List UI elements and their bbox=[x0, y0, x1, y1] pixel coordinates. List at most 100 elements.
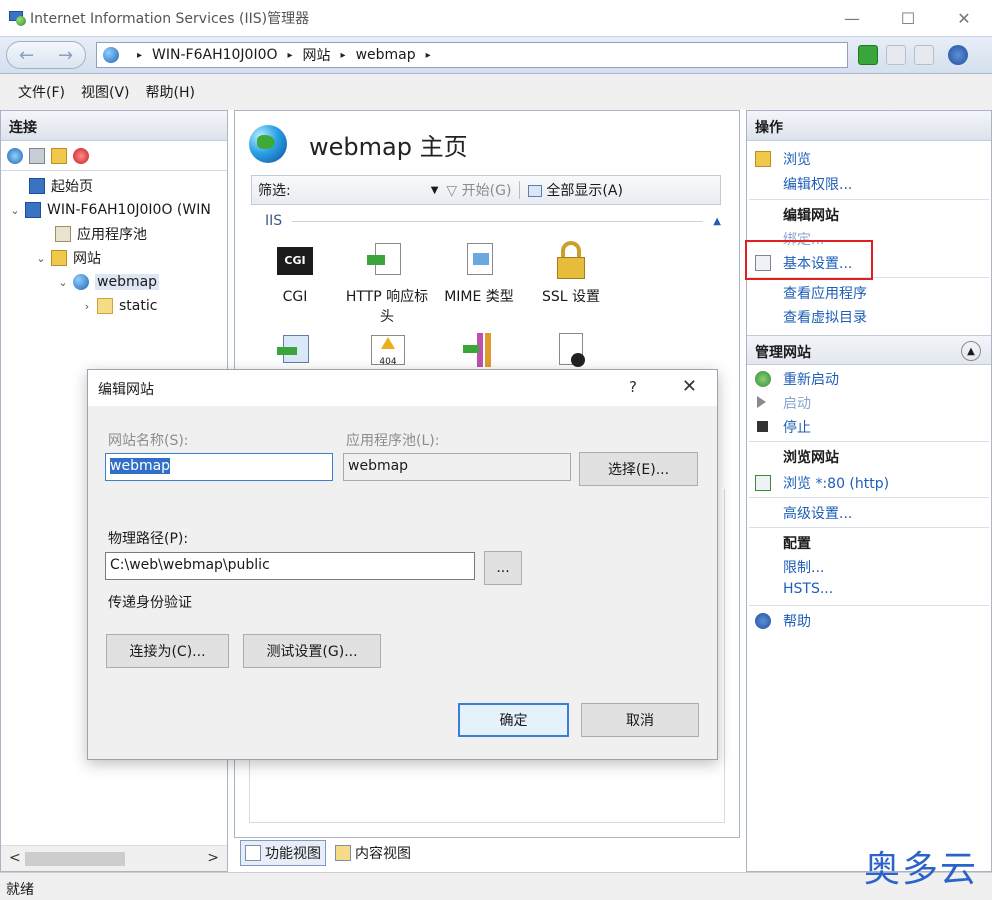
edit-site-heading: 编辑网站 bbox=[783, 208, 839, 224]
action-advanced-settings[interactable]: 高级设置... bbox=[783, 503, 852, 523]
view-tabs: 功能视图 内容视图 bbox=[240, 840, 416, 866]
page-title: webmap 主页 bbox=[309, 132, 468, 161]
connect-as-button[interactable]: 连接为(C)... bbox=[106, 634, 229, 668]
expand-chevron-icon[interactable]: ⌄ bbox=[35, 252, 47, 265]
cancel-button[interactable]: 取消 bbox=[581, 703, 699, 737]
site-name-label: 网站名称(S): bbox=[108, 433, 189, 449]
action-view-virtual-directories[interactable]: 查看虚拟目录 bbox=[783, 307, 867, 327]
show-all-button[interactable]: 全部显示(A) bbox=[528, 180, 623, 200]
error-page-icon: 404 bbox=[367, 331, 407, 371]
http-headers-icon bbox=[367, 241, 407, 281]
connections-toolbar bbox=[1, 141, 227, 171]
start-filter-button[interactable]: ▽ 开始(G) bbox=[446, 180, 511, 200]
config-heading: 配置 bbox=[783, 536, 811, 552]
filter-dropdown-icon[interactable]: ▼ bbox=[431, 185, 439, 196]
close-button[interactable]: ✕ bbox=[936, 0, 992, 36]
tree-webmap[interactable]: ⌄ webmap bbox=[57, 271, 160, 293]
filter-bar: 筛选: ▼ ▽ 开始(G) 全部显示(A) bbox=[251, 175, 721, 205]
scroll-right-button[interactable]: > bbox=[207, 850, 219, 866]
stop-icon[interactable] bbox=[886, 45, 906, 65]
site-name-input[interactable]: webmap bbox=[105, 453, 333, 481]
start-icon bbox=[757, 396, 766, 408]
actions-pane: 操作 浏览 编辑权限... 编辑网站 绑定... 基本设置... 查看应用程序 … bbox=[746, 110, 992, 872]
scroll-thumb[interactable] bbox=[25, 852, 125, 866]
scroll-left-button[interactable]: < bbox=[9, 850, 21, 866]
test-settings-button[interactable]: 测试设置(G)... bbox=[243, 634, 381, 668]
breadcrumb[interactable]: ▸ WIN-F6AH10J0I0O ▸ 网站 ▸ webmap ▸ bbox=[96, 42, 848, 68]
tree-server[interactable]: ⌄ WIN-F6AH10J0I0O (WIN bbox=[9, 199, 211, 221]
maximize-button[interactable]: ☐ bbox=[880, 0, 936, 36]
page-title-row: webmap 主页 bbox=[249, 125, 468, 163]
stop-icon bbox=[757, 421, 768, 432]
home-icon[interactable] bbox=[914, 45, 934, 65]
feature-cgi[interactable]: CGI CGI bbox=[247, 241, 343, 307]
status-bar: 就绪 bbox=[0, 872, 992, 900]
save-icon[interactable] bbox=[29, 147, 45, 164]
ok-button[interactable]: 确定 bbox=[458, 703, 569, 737]
dialog-close-button[interactable]: ✕ bbox=[682, 376, 697, 397]
highlight-annotation bbox=[745, 240, 873, 280]
select-app-pool-button[interactable]: 选择(E)... bbox=[579, 452, 698, 486]
content-view-icon bbox=[335, 845, 351, 861]
action-stop[interactable]: 停止 bbox=[783, 417, 811, 437]
tab-features-view[interactable]: 功能视图 bbox=[240, 840, 326, 866]
watermark: 奥多云 bbox=[863, 849, 978, 890]
minimize-button[interactable]: — bbox=[824, 0, 880, 36]
forward-button[interactable]: → bbox=[46, 42, 85, 68]
manage-site-section[interactable]: 管理网站 ▲ bbox=[747, 335, 991, 365]
action-restart[interactable]: 重新启动 bbox=[783, 369, 839, 389]
action-help[interactable]: 帮助 bbox=[783, 611, 811, 631]
physical-path-input[interactable]: C:\web\webmap\public bbox=[105, 552, 475, 580]
delete-connection-icon[interactable] bbox=[73, 147, 89, 164]
tree-app-pools[interactable]: 应用程序池 bbox=[55, 223, 147, 245]
action-edit-permissions[interactable]: 编辑权限... bbox=[783, 174, 852, 194]
menu-file[interactable]: 文件(F) bbox=[18, 82, 65, 102]
website-globe-icon bbox=[249, 125, 287, 163]
collapse-group-icon[interactable]: ▲ bbox=[713, 216, 721, 227]
action-browse-80[interactable]: 浏览 *:80 (http) bbox=[783, 473, 889, 493]
server-icon bbox=[25, 202, 41, 218]
app-pool-icon bbox=[55, 226, 71, 242]
feature-ssl[interactable]: SSL 设置 bbox=[523, 241, 619, 307]
action-browse[interactable]: 浏览 bbox=[783, 149, 811, 169]
crumb-server[interactable]: WIN-F6AH10J0I0O bbox=[152, 47, 277, 63]
expand-chevron-icon[interactable]: ⌄ bbox=[57, 276, 69, 289]
crumb-webmap[interactable]: webmap bbox=[356, 47, 416, 63]
tree-start-page[interactable]: 起始页 bbox=[29, 175, 93, 197]
crumb-sites[interactable]: 网站 bbox=[303, 45, 331, 65]
back-button[interactable]: ← bbox=[7, 42, 46, 68]
iis-group-header[interactable]: IIS ▲ bbox=[265, 213, 721, 229]
action-view-applications[interactable]: 查看应用程序 bbox=[783, 283, 867, 303]
help-icon[interactable] bbox=[948, 45, 968, 65]
expand-arrow-icon[interactable]: › bbox=[81, 300, 93, 313]
tree-sites[interactable]: ⌄ 网站 bbox=[35, 247, 101, 269]
feature-mime[interactable]: MIME 类型 bbox=[431, 241, 527, 307]
globe-icon bbox=[103, 47, 119, 63]
expand-chevron-icon[interactable]: ⌄ bbox=[9, 204, 21, 217]
tree-static[interactable]: › static bbox=[81, 295, 157, 317]
features-view-icon bbox=[245, 845, 261, 861]
horizontal-scrollbar[interactable]: < > bbox=[1, 845, 227, 871]
window-title: Internet Information Services (IIS)管理器 bbox=[30, 11, 310, 27]
cgi-icon: CGI bbox=[277, 247, 313, 275]
physical-path-label: 物理路径(P): bbox=[108, 531, 189, 547]
browse-path-button[interactable]: ... bbox=[484, 551, 522, 585]
action-hsts[interactable]: HSTS... bbox=[783, 581, 833, 597]
sites-folder-icon bbox=[51, 250, 67, 266]
action-start[interactable]: 启动 bbox=[783, 393, 811, 413]
pass-through-auth-label: 传递身份验证 bbox=[108, 595, 192, 611]
dialog-help-button[interactable]: ? bbox=[629, 378, 637, 396]
tab-content-view[interactable]: 内容视图 bbox=[330, 840, 416, 866]
default-document-icon bbox=[551, 331, 591, 371]
collapse-section-icon[interactable]: ▲ bbox=[961, 341, 981, 361]
actions-header: 操作 bbox=[747, 111, 991, 141]
connect-icon[interactable] bbox=[7, 147, 23, 164]
connections-header: 连接 bbox=[1, 111, 227, 141]
action-limits[interactable]: 限制... bbox=[783, 557, 824, 577]
refresh-icon[interactable] bbox=[858, 45, 878, 65]
website-globe-icon bbox=[73, 274, 89, 290]
feature-http-headers[interactable]: HTTP 响应标头 bbox=[339, 241, 435, 327]
menu-view[interactable]: 视图(V) bbox=[81, 82, 130, 102]
menu-help[interactable]: 帮助(H) bbox=[146, 82, 195, 102]
up-folder-icon[interactable] bbox=[51, 147, 67, 164]
